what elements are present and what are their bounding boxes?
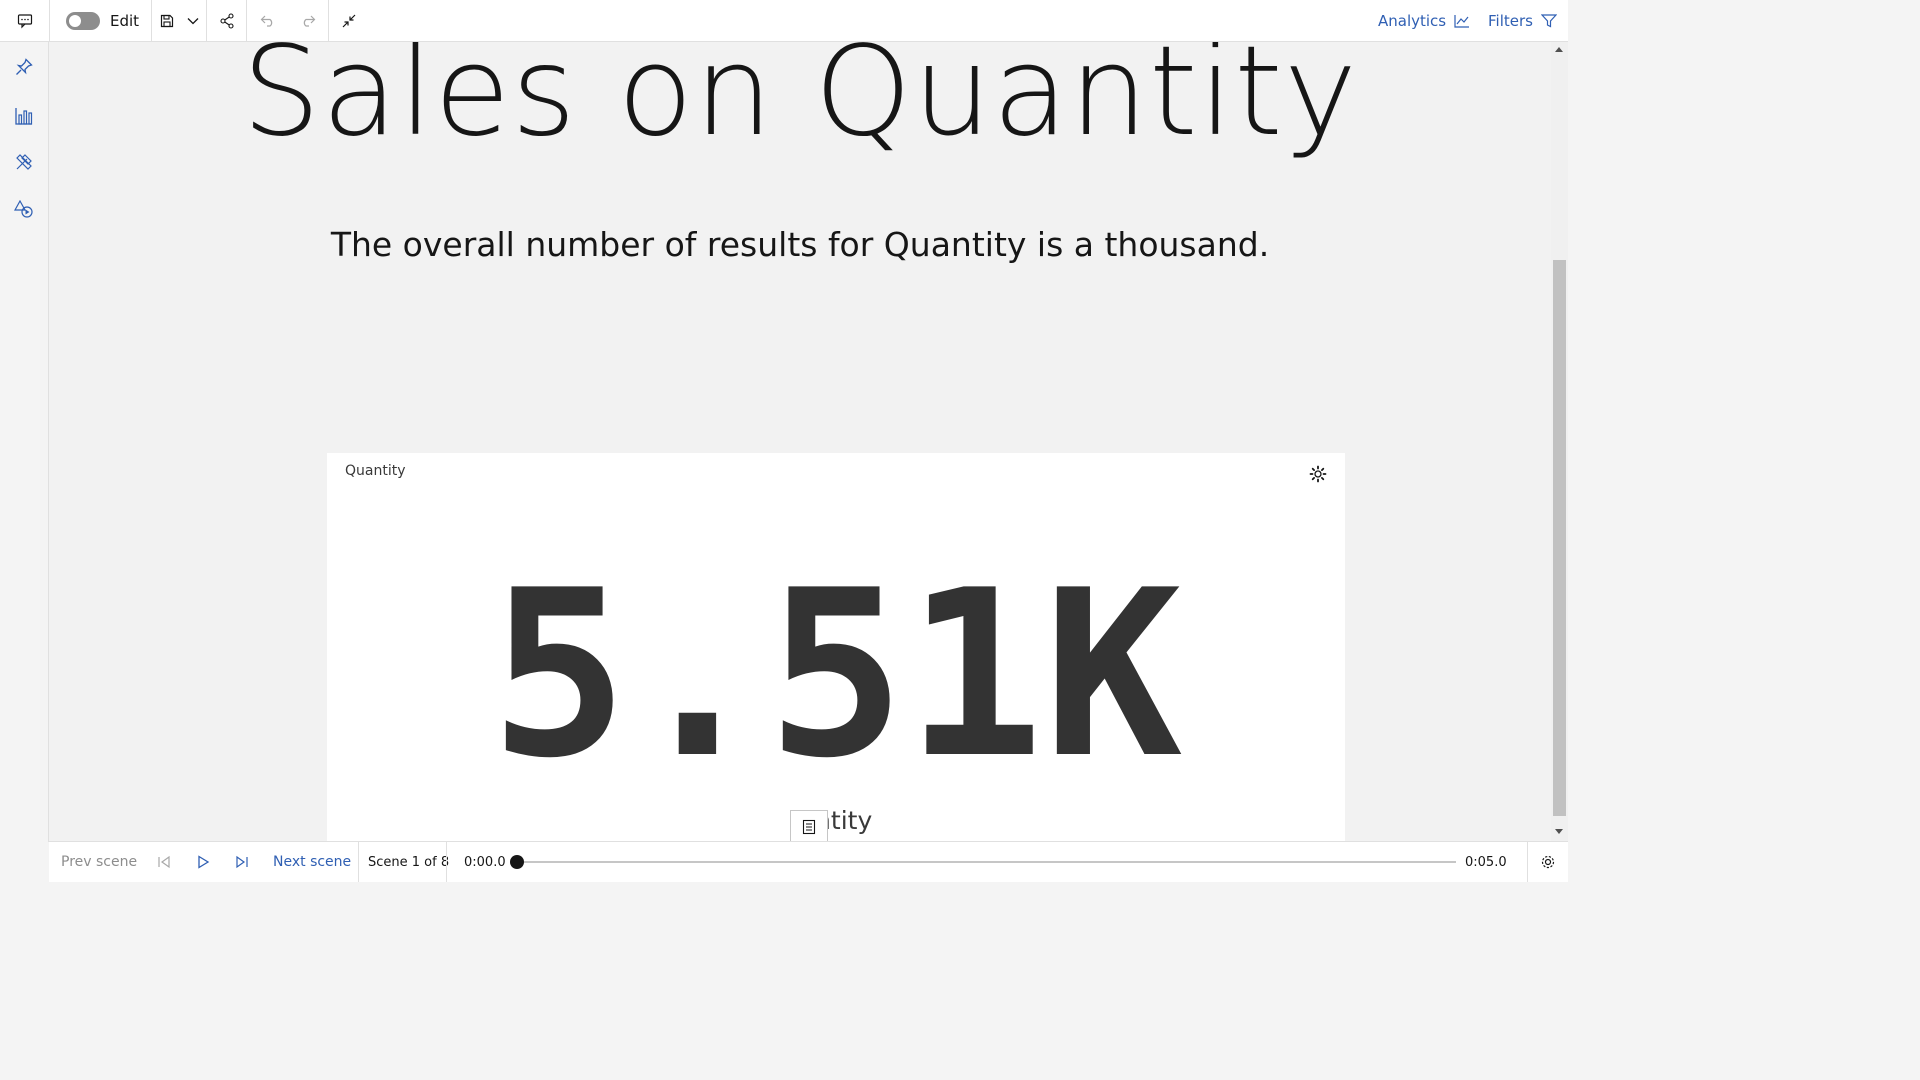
tools-icon[interactable] xyxy=(12,150,36,174)
kpi-value: 5.51K xyxy=(489,542,1183,809)
play-icon[interactable] xyxy=(195,842,211,882)
toggle-switch[interactable] xyxy=(66,11,100,30)
pin-icon[interactable] xyxy=(12,55,36,79)
scroll-up-icon[interactable] xyxy=(1555,47,1563,52)
scroll-down-icon[interactable] xyxy=(1555,829,1563,834)
next-scene-button[interactable]: Next scene xyxy=(273,842,351,882)
start-time: 0:00.0 xyxy=(464,854,506,870)
visualizations-icon[interactable] xyxy=(12,104,36,128)
filters-button[interactable]: Filters xyxy=(1488,0,1557,41)
left-sidebar xyxy=(0,42,49,842)
timeline-track[interactable] xyxy=(517,861,1456,863)
scene-timeline: Prev scene Next scene Scene 1 of 8 0:00.… xyxy=(49,841,1568,882)
page-title: Sales on Quantity xyxy=(241,42,1359,164)
scene-canvas: Sales on Quantity The overall number of … xyxy=(49,42,1551,842)
edit-toggle[interactable]: Edit xyxy=(66,0,139,41)
page-subtitle: The overall number of results for Quanti… xyxy=(330,225,1270,264)
kpi-card[interactable]: Quantity 5.51K antity xyxy=(327,453,1345,842)
kpi-title: Quantity xyxy=(345,463,406,479)
scrollbar-thumb[interactable] xyxy=(1553,260,1566,816)
redo-icon[interactable] xyxy=(298,0,318,41)
analytics-label: Analytics xyxy=(1378,11,1447,30)
analytics-chart-icon xyxy=(1454,14,1470,28)
settings-icon[interactable] xyxy=(1540,842,1556,882)
skip-forward-icon[interactable] xyxy=(234,842,250,882)
skip-back-icon[interactable] xyxy=(156,842,172,882)
filter-icon xyxy=(1540,13,1557,27)
timeline-playhead[interactable] xyxy=(510,855,524,869)
analytics-button[interactable]: Analytics xyxy=(1378,0,1470,41)
chevron-down-icon[interactable] xyxy=(185,0,201,41)
shapes-media-icon[interactable] xyxy=(12,197,36,221)
comment-icon[interactable] xyxy=(0,0,49,41)
edit-label: Edit xyxy=(110,11,140,30)
end-time: 0:05.0 xyxy=(1465,854,1507,870)
scene-counter: Scene 1 of 8 xyxy=(368,854,450,870)
undo-icon[interactable] xyxy=(258,0,278,41)
notes-icon[interactable] xyxy=(790,810,828,842)
top-toolbar: Edit Analytics Filters xyxy=(0,0,1568,42)
share-icon[interactable] xyxy=(216,0,238,41)
kpi-label: antity xyxy=(799,806,873,835)
gear-icon[interactable] xyxy=(1309,465,1327,483)
save-icon[interactable] xyxy=(158,0,176,41)
prev-scene-button[interactable]: Prev scene xyxy=(61,842,137,882)
filters-label: Filters xyxy=(1488,11,1533,30)
vertical-scrollbar[interactable] xyxy=(1551,42,1568,842)
collapse-icon[interactable] xyxy=(338,0,360,41)
